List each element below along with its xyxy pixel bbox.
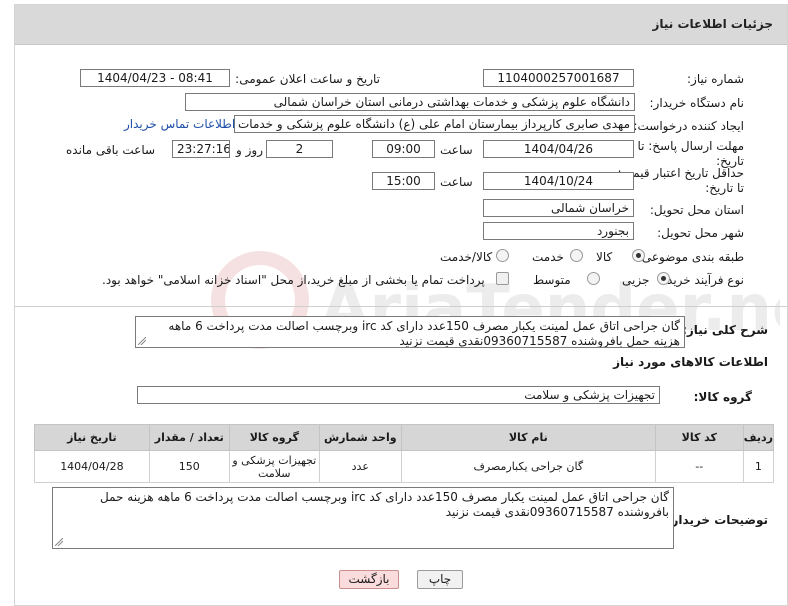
process-option-minor: جزیی	[622, 273, 650, 287]
buyer-notes-label: توضیحات خریدار:	[666, 513, 768, 527]
need-number-label: شماره نیاز:	[687, 72, 744, 86]
deadline-hour-label: ساعت	[440, 143, 473, 157]
col-header-need-date: تاریخ نیاز	[34, 424, 150, 451]
province-label: استان محل تحویل:	[649, 203, 744, 217]
buyer-contact-link[interactable]: اطلاعات تماس خریدار	[124, 117, 235, 131]
cell-code: --	[654, 450, 744, 483]
validity-time-field: 15:00	[372, 172, 435, 190]
page-title: جزئیات اطلاعات نیاز	[652, 17, 773, 31]
time-left-field: 23:27:16	[172, 140, 230, 158]
requester-field: مهدی صابری کارپرداز بیمارستان امام علی (…	[234, 115, 635, 133]
need-summary-label: شرح کلی نیاز:	[682, 323, 768, 337]
col-header-unit: واحد شمارش	[318, 424, 402, 451]
requester-label: ایجاد کننده درخواست:	[633, 119, 744, 133]
cell-quantity: 150	[148, 450, 230, 483]
treasury-payment-checkbox[interactable]	[496, 272, 509, 285]
process-type-label: نوع فرآیند خرید :	[659, 273, 744, 287]
goods-table-header-row: ردیف کد کالا نام کالا واحد شمارش گروه کا…	[34, 424, 775, 451]
goods-group-label: گروه کالا:	[693, 390, 752, 404]
cell-need-date: 1404/04/28	[34, 450, 150, 483]
page-header: جزئیات اطلاعات نیاز	[15, 5, 787, 45]
col-header-quantity: تعداد / مقدار	[148, 424, 230, 451]
table-row: 1 -- گان جراحی یکبارمصرف عدد تجهیزات پزش…	[34, 450, 775, 483]
deadline-time-field: 09:00	[372, 140, 435, 158]
need-summary-text: گان جراحی اتاق عمل لمینت یکبار مصرف 150ع…	[168, 319, 680, 348]
cell-group: تجهیزات پزشکی و سلامت	[228, 450, 320, 483]
category-label: طبقه بندی موضوعی:	[637, 250, 744, 264]
buyer-org-label: نام دستگاه خریدار:	[649, 96, 745, 110]
cell-row-number: 1	[742, 450, 775, 483]
goods-info-heading: اطلاعات کالاهای مورد نیاز	[613, 355, 768, 369]
buyer-org-field: دانشگاه علوم پزشکی و خدمات بهداشتی درمان…	[185, 93, 635, 111]
process-radio-medium[interactable]	[587, 272, 600, 285]
col-header-group: گروه کالا	[228, 424, 320, 451]
city-field: بجنورد	[483, 222, 634, 240]
resize-grip-icon[interactable]	[55, 538, 63, 546]
cell-name: گان جراحی یکبارمصرف	[400, 450, 656, 483]
province-field: خراسان شمالی	[483, 199, 634, 217]
treasury-payment-note: پرداخت تمام یا بخشی از مبلغ خرید،از محل …	[102, 273, 485, 287]
goods-table: ردیف کد کالا نام کالا واحد شمارش گروه کا…	[34, 424, 775, 483]
category-radio-goods-service[interactable]	[496, 249, 509, 262]
need-number-field: 1104000257001687	[483, 69, 634, 87]
section-divider	[15, 306, 787, 307]
remaining-label: ساعت باقی مانده	[66, 143, 156, 157]
need-summary-textarea[interactable]: گان جراحی اتاق عمل لمینت یکبار مصرف 150ع…	[135, 316, 685, 348]
back-button[interactable]: بازگشت	[339, 570, 399, 589]
buyer-notes-text: گان جراحی اتاق عمل لمینت یکبار مصرف 150ع…	[100, 490, 669, 519]
resize-grip-icon[interactable]	[138, 337, 146, 345]
category-option-service: خدمت	[532, 250, 564, 264]
announce-datetime-field: 1404/04/23 - 08:41	[80, 69, 230, 87]
process-option-medium: متوسط	[533, 273, 571, 287]
category-option-goods-service: کالا/خدمت	[440, 250, 493, 264]
city-label: شهر محل تحویل:	[657, 226, 744, 240]
deadline-date-field: 1404/04/26	[483, 140, 634, 158]
validity-date-field: 1404/10/24	[483, 172, 634, 190]
days-left-field: 2	[266, 140, 333, 158]
validity-hour-label: ساعت	[440, 175, 473, 189]
category-radio-goods[interactable]	[632, 249, 645, 262]
deadline-label: مهلت ارسال پاسخ: تا تاریخ:	[637, 139, 744, 168]
category-radio-service[interactable]	[570, 249, 583, 262]
cell-unit: عدد	[318, 450, 402, 483]
category-option-goods: کالا	[596, 250, 613, 264]
announce-datetime-label: تاریخ و ساعت اعلان عمومی:	[235, 72, 380, 86]
day-and-label: روز و	[236, 143, 263, 157]
buyer-notes-textarea[interactable]: گان جراحی اتاق عمل لمینت یکبار مصرف 150ع…	[52, 487, 674, 549]
print-button[interactable]: چاپ	[417, 570, 463, 589]
col-header-row: ردیف	[742, 424, 775, 451]
col-header-name: نام کالا	[400, 424, 656, 451]
goods-group-field: تجهیزات پزشکی و سلامت	[137, 386, 660, 404]
col-header-code: کد کالا	[654, 424, 744, 451]
process-radio-minor[interactable]	[657, 272, 670, 285]
